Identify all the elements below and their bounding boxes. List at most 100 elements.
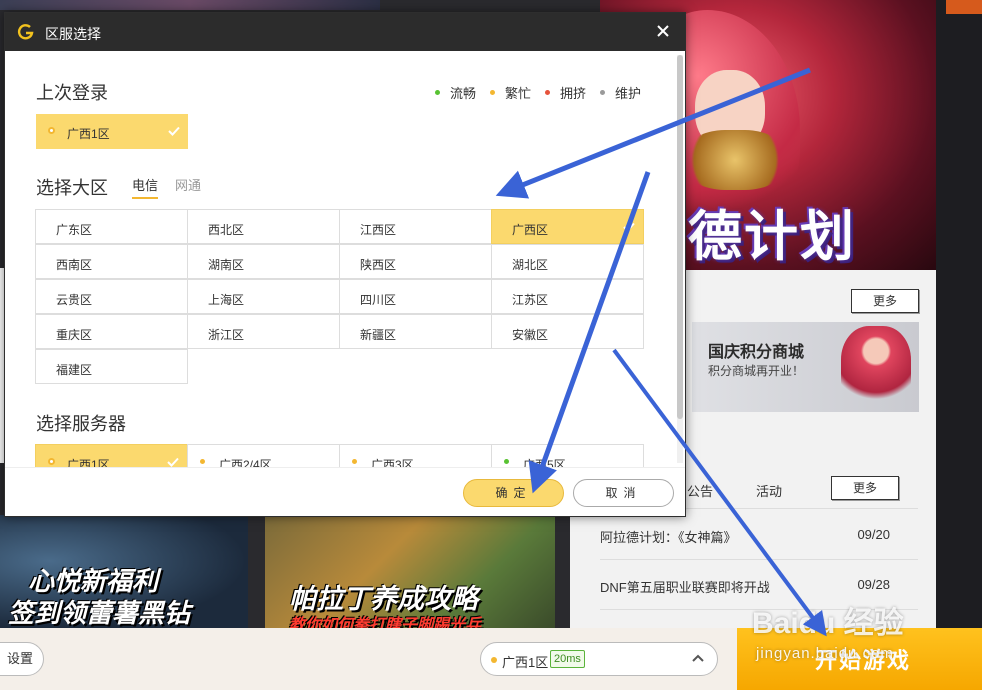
server-label: 广西3区: [371, 458, 414, 467]
region-label: 浙江区: [208, 328, 245, 342]
news-item[interactable]: DNF第五届职业联赛即将开战 09/28: [600, 577, 900, 597]
region-cell[interactable]: 湖南区: [187, 244, 340, 279]
close-icon[interactable]: [655, 23, 671, 39]
panel1-subtitle: 签到领蕾薯黑钻: [8, 598, 191, 628]
server-status-dot: [504, 459, 509, 464]
check-icon: [623, 222, 635, 232]
server-cell[interactable]: 广西1区: [35, 444, 188, 467]
region-cell[interactable]: 西南区: [35, 244, 188, 279]
news-date: 09/28: [857, 577, 890, 592]
region-label: 福建区: [56, 363, 93, 377]
server-status-dot: [352, 459, 357, 464]
event-panel-paladin-guide[interactable]: 帕拉丁养成攻略 教你如何拳打瞎子脚踢光兵: [265, 515, 555, 630]
region-cell[interactable]: 上海区: [187, 279, 340, 314]
more-button-news[interactable]: 更多: [831, 476, 899, 500]
legend-item-smooth: 流畅: [435, 83, 476, 102]
tab-telecom[interactable]: 电信: [132, 175, 159, 199]
region-label: 湖南区: [208, 258, 245, 272]
region-label: 西南区: [56, 258, 93, 272]
region-cell[interactable]: 云贵区: [35, 279, 188, 314]
promo-title: 国庆积分商城: [708, 344, 805, 361]
region-label: 湖北区: [512, 258, 549, 272]
region-cell[interactable]: 浙江区: [187, 314, 340, 349]
tab-announcements[interactable]: 公告: [687, 481, 713, 500]
dialog-titlebar[interactable]: 区服选择: [5, 13, 685, 51]
dialog-footer: 确定 取消: [5, 467, 685, 516]
server-status-dot: [48, 458, 55, 465]
region-label: 陕西区: [360, 258, 397, 272]
news-title: DNF第五届职业联赛即将开战: [600, 580, 770, 595]
server-label: 广西2/4区: [219, 458, 272, 467]
region-cell[interactable]: 江西区: [339, 209, 492, 244]
promo-card[interactable]: 国庆积分商城 积分商城再开业！: [692, 322, 919, 412]
news-item[interactable]: 阿拉德计划：《女神篇》 09/20: [600, 527, 900, 547]
status-dot-red: [545, 90, 550, 96]
server-status-dot: [48, 127, 55, 134]
region-cell[interactable]: 湖北区: [491, 244, 644, 279]
last-login-server-label: 广西1区: [67, 127, 110, 141]
server-label: 广西5区: [523, 458, 566, 467]
server-status-dot: [200, 459, 205, 464]
region-cell[interactable]: 重庆区: [35, 314, 188, 349]
news-title: 阿拉德计划：《女神篇》: [600, 530, 737, 545]
ping-badge: 20ms: [550, 650, 585, 668]
news-date: 09/20: [857, 527, 890, 542]
region-cell[interactable]: 安徽区: [491, 314, 644, 349]
server-heading: 选择服务器: [36, 414, 126, 434]
settings-button[interactable]: 设置: [0, 642, 44, 676]
region-cell[interactable]: 陕西区: [339, 244, 492, 279]
server-cell[interactable]: 广西3区: [339, 444, 492, 467]
scrollbar-thumb[interactable]: [677, 55, 683, 419]
window-right-edge: [936, 0, 982, 690]
region-cell[interactable]: 广西区: [491, 209, 644, 244]
server-status-dot: [491, 657, 497, 663]
legend-item-busy: 繁忙: [490, 83, 531, 102]
server-cell[interactable]: 广西5区: [491, 444, 644, 467]
server-cell[interactable]: 广西2/4区: [187, 444, 340, 467]
check-icon: [167, 457, 179, 467]
region-label: 四川区: [360, 293, 397, 307]
region-label: 新疆区: [360, 328, 397, 342]
status-dot-green: [435, 90, 440, 96]
region-label: 江西区: [360, 223, 397, 237]
edge-tag: [946, 0, 982, 14]
scrollbar[interactable]: [677, 55, 683, 463]
region-cell[interactable]: 新疆区: [339, 314, 492, 349]
chevron-up-icon: [692, 654, 704, 662]
check-icon: [168, 126, 180, 136]
last-login-heading: 上次登录: [36, 83, 108, 103]
server-label: 广西1区: [67, 458, 110, 467]
region-label: 重庆区: [56, 328, 93, 342]
game-logo-icon: [17, 24, 34, 40]
region-cell[interactable]: 江苏区: [491, 279, 644, 314]
dialog-content[interactable]: 上次登录 流畅 繁忙 拥挤 维护 广西1区 选择大区 电信 网通 广东区 西北区江…: [5, 51, 685, 467]
event-panel-checkin[interactable]: 心悦新福利 签到领蕾薯黑钻: [0, 515, 248, 630]
region-label: 西北区: [208, 223, 245, 237]
region-label: 广东区: [56, 223, 93, 237]
region-label: 江苏区: [512, 293, 549, 307]
region-label: 广西区: [512, 223, 549, 237]
tab-events[interactable]: 活动: [756, 481, 782, 500]
region-cell[interactable]: 西北区: [187, 209, 340, 244]
banner-character-ornament: [685, 130, 785, 190]
more-button-promo[interactable]: 更多: [851, 289, 919, 313]
region-label: 上海区: [208, 293, 245, 307]
cancel-button[interactable]: 取消: [573, 479, 674, 507]
promo-character-image: [841, 326, 911, 410]
region-cell[interactable]: 广东区: [35, 209, 188, 244]
server-selector[interactable]: 广西1区 20ms: [480, 642, 718, 676]
region-label: 云贵区: [56, 293, 93, 307]
region-cell[interactable]: 福建区: [35, 349, 188, 384]
last-login-server[interactable]: 广西1区: [36, 114, 188, 149]
tab-netcom[interactable]: 网通: [175, 175, 201, 194]
top-banner-strip: [0, 0, 380, 10]
status-dot-yellow: [490, 90, 495, 96]
region-label: 安徽区: [512, 328, 549, 342]
watermark-logo: Baidu 经验: [752, 607, 904, 640]
region-cell[interactable]: 四川区: [339, 279, 492, 314]
region-heading: 选择大区: [36, 178, 108, 198]
dialog-title: 区服选择: [45, 26, 101, 42]
legend-item-crowded: 拥挤: [545, 83, 586, 102]
ok-button[interactable]: 确定: [463, 479, 564, 507]
watermark-url: jingyan.baidu.com: [756, 645, 894, 662]
